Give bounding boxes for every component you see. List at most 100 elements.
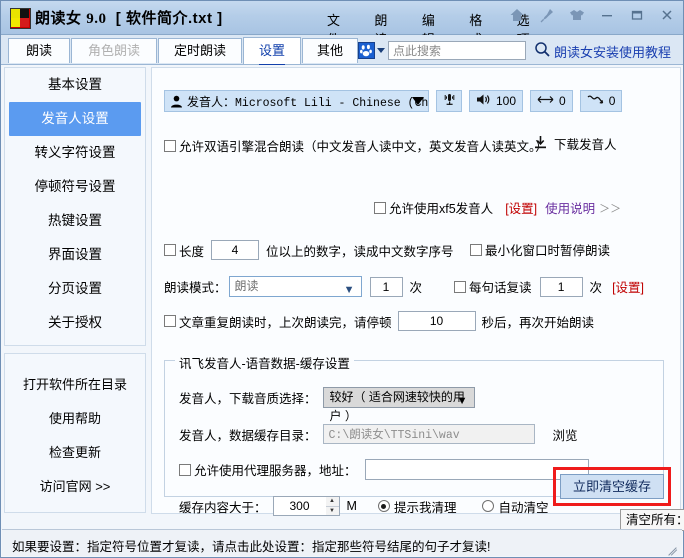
xf5-help-arrows[interactable]: ＞＞: [599, 200, 621, 216]
cache-size-row: 缓存内容大于： ▲▼ M 提示我清理 自动清空: [179, 496, 548, 516]
cache-group-title: 讯飞发音人-语音数据-缓存设置: [175, 353, 354, 372]
browse-button[interactable]: 浏览: [553, 425, 578, 444]
sidebar-item-pause-symbol-settings[interactable]: 停顿符号设置: [5, 170, 145, 204]
read-mode-select[interactable]: 朗读 ▼: [228, 276, 362, 297]
tab-bar: 朗读 角色朗读 定时朗读 设置 其他 点此搜索 朗读女安装使用教程: [1, 35, 683, 65]
download-icon: [533, 135, 548, 153]
read-mode-label: 朗读模式：: [164, 281, 227, 295]
auto-clean-radio[interactable]: [482, 500, 495, 512]
cache-dir-row: 发音人，数据缓存目录： 浏览: [179, 424, 578, 444]
clear-cache-button[interactable]: 立即清空缓存: [560, 474, 664, 499]
sidebar-item-check-update[interactable]: 检查更新: [5, 436, 145, 470]
bilingual-label: 允许双语引擎混合朗读（中文发音人读中文，英文发音人读英文。）: [179, 140, 548, 154]
download-voice-label: 下载发音人: [554, 138, 617, 152]
quality-row: 发音人，下载音质选择： 较好（ 适合网速较快的用户 ） ▼: [179, 387, 475, 423]
repeat-sentence-settings-link[interactable]: [设置]: [612, 277, 644, 296]
repeat-article-prefix: 文章重复朗读时，上次朗读完，请停顿: [179, 315, 392, 330]
sidebar-item-label: 检查更新: [48, 445, 101, 460]
sidebar-item-label: 基本设置: [48, 77, 102, 92]
read-times-input[interactable]: [369, 276, 403, 297]
chevron-down-icon[interactable]: [377, 48, 385, 53]
minimize-pause-checkbox[interactable]: [470, 243, 482, 256]
cache-size-label: 缓存内容大于：: [179, 500, 267, 515]
tab-label: 定时朗读: [173, 43, 226, 58]
digit-rule-row: 长度 位以上的数字，读成中文数字序号: [164, 240, 454, 260]
digit-rule-checkbox[interactable]: [164, 244, 176, 256]
sidebar-item-interface-settings[interactable]: 界面设置: [5, 238, 145, 272]
pitch-wave-icon: [587, 94, 604, 108]
digit-length-input[interactable]: [211, 240, 260, 260]
xf5-checkbox[interactable]: [374, 201, 386, 214]
skin-icon[interactable]: [569, 7, 585, 23]
voice-row: 发音人：Microsoft Lili - Chinese (Ch 100 0 0: [164, 90, 623, 112]
sidebar-item-label: 发音人设置: [41, 111, 109, 126]
app-name: 朗读女: [35, 10, 82, 27]
proxy-checkbox[interactable]: [179, 463, 191, 476]
tutorial-link[interactable]: 朗读女安装使用教程: [554, 42, 671, 61]
tab-read[interactable]: 朗读: [8, 38, 70, 63]
status-bar[interactable]: 如果要设置：指定符号位置才复读，请点击此处设置：指定那些符号结尾的句子才复读!: [2, 529, 682, 556]
settings-panel: 发音人：Microsoft Lili - Chinese (Ch 100 0 0…: [151, 67, 681, 516]
sidebar-item-basic-settings[interactable]: 基本设置: [5, 68, 145, 102]
resize-grip-icon[interactable]: [666, 541, 679, 556]
bilingual-checkbox[interactable]: [164, 139, 176, 152]
tab-label: 角色朗读: [87, 43, 140, 58]
sidebar-item-label: 关于授权: [48, 315, 102, 330]
microphone-icon: [442, 92, 457, 110]
sidebar-item-open-folder[interactable]: 打开软件所在目录: [5, 368, 145, 402]
repeat-article-seconds-input[interactable]: [397, 311, 476, 331]
sidebar-item-pagination-settings[interactable]: 分页设置: [5, 272, 145, 306]
sidebar-item-hotkey-settings[interactable]: 热键设置: [5, 204, 145, 238]
read-times-unit: 次: [409, 281, 423, 295]
voice-test-button[interactable]: [436, 90, 462, 112]
prompt-clean-radio[interactable]: [377, 500, 390, 512]
pitch-control[interactable]: 0: [579, 90, 623, 112]
tab-label: 朗读: [25, 43, 52, 58]
pin-icon[interactable]: [539, 7, 555, 23]
repeat-sentence-times-input[interactable]: [539, 276, 583, 297]
xf5-label: 允许使用xf5发音人: [389, 202, 494, 216]
sidebar-item-help[interactable]: 使用帮助: [5, 402, 145, 436]
minimize-pause-label: 最小化窗口时暂停朗读: [485, 244, 611, 258]
repeat-article-checkbox[interactable]: [164, 315, 176, 327]
cache-dir-input[interactable]: [322, 424, 535, 444]
voice-label: 发音人：Microsoft Lili - Chinese (Ch: [187, 93, 428, 110]
tab-timed-read[interactable]: 定时朗读: [158, 38, 242, 63]
quality-select[interactable]: 较好（ 适合网速较快的用户 ） ▼: [322, 387, 475, 423]
speed-control[interactable]: 0: [530, 90, 573, 112]
maximize-icon[interactable]: [629, 7, 645, 23]
voice-select[interactable]: 发音人：Microsoft Lili - Chinese (Ch: [164, 90, 429, 112]
volume-value: 100: [496, 94, 517, 108]
home-icon[interactable]: [509, 7, 525, 23]
document-name: [ 软件简介.txt ]: [115, 10, 223, 27]
baidu-paw-icon[interactable]: [358, 42, 375, 59]
tab-other[interactable]: 其他: [302, 38, 358, 63]
pitch-value: 0: [608, 94, 616, 108]
tab-role-read[interactable]: 角色朗读: [71, 38, 157, 63]
sidebar-item-visit-website[interactable]: 访问官网 >>: [5, 470, 145, 504]
tooltip: 清空所有：语: [620, 509, 684, 531]
xf5-settings-link[interactable]: [设置]: [505, 198, 537, 217]
volume-control[interactable]: 100: [469, 90, 524, 112]
minimize-icon[interactable]: [599, 7, 615, 23]
sidebar-item-escape-char-settings[interactable]: 转义字符设置: [5, 136, 145, 170]
sidebar-item-label: 热键设置: [48, 213, 102, 228]
arrows-horizontal-icon: [537, 94, 554, 108]
cache-size-input[interactable]: [272, 496, 326, 516]
close-icon[interactable]: [659, 7, 675, 23]
speaker-icon: [476, 93, 491, 109]
sidebar-item-about-license[interactable]: 关于授权: [5, 306, 145, 340]
tab-settings[interactable]: 设置: [243, 37, 301, 65]
repeat-sentence-checkbox[interactable]: [454, 280, 467, 293]
sidebar-settings-group: 基本设置 发音人设置 转义字符设置 停顿符号设置 热键设置 界面设置 分页设置 …: [4, 67, 146, 346]
xf5-help-link[interactable]: 使用说明: [545, 198, 595, 217]
chevron-down-icon[interactable]: [412, 97, 424, 105]
search-icon[interactable]: [534, 41, 551, 61]
download-voice-button[interactable]: 下载发音人: [533, 134, 617, 153]
repeat-article-suffix: 秒后，再次开始朗读: [481, 315, 595, 330]
quality-label: 发音人，下载音质选择：: [179, 392, 317, 406]
sidebar-item-voice-settings[interactable]: 发音人设置: [9, 102, 141, 136]
search-input[interactable]: [388, 41, 526, 60]
proxy-label: 允许使用代理服务器，地址：: [194, 464, 357, 478]
cache-size-stepper[interactable]: ▲ ▼: [325, 496, 340, 516]
